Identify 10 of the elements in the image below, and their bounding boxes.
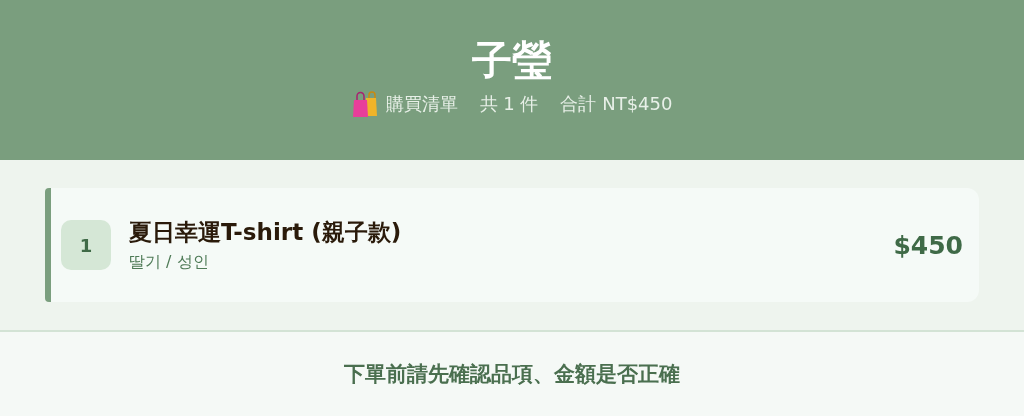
item-name: 夏日幸運T-shirt (親子款) bbox=[129, 218, 403, 247]
item-number: 1 bbox=[61, 220, 111, 270]
list-label: 購買清單 bbox=[385, 92, 458, 116]
confirmation-note: 下單前請先確認品項、金額是否正確 bbox=[344, 361, 680, 388]
customer-name: 子瑩 bbox=[472, 36, 552, 84]
shopping-bags-icon bbox=[351, 90, 378, 118]
item-variant: 딸기 / 성인 bbox=[129, 252, 210, 273]
item-price: $450 bbox=[893, 230, 963, 260]
order-total: 合計 NT$450 bbox=[560, 92, 673, 116]
item-count: 共 1 件 bbox=[479, 92, 539, 116]
